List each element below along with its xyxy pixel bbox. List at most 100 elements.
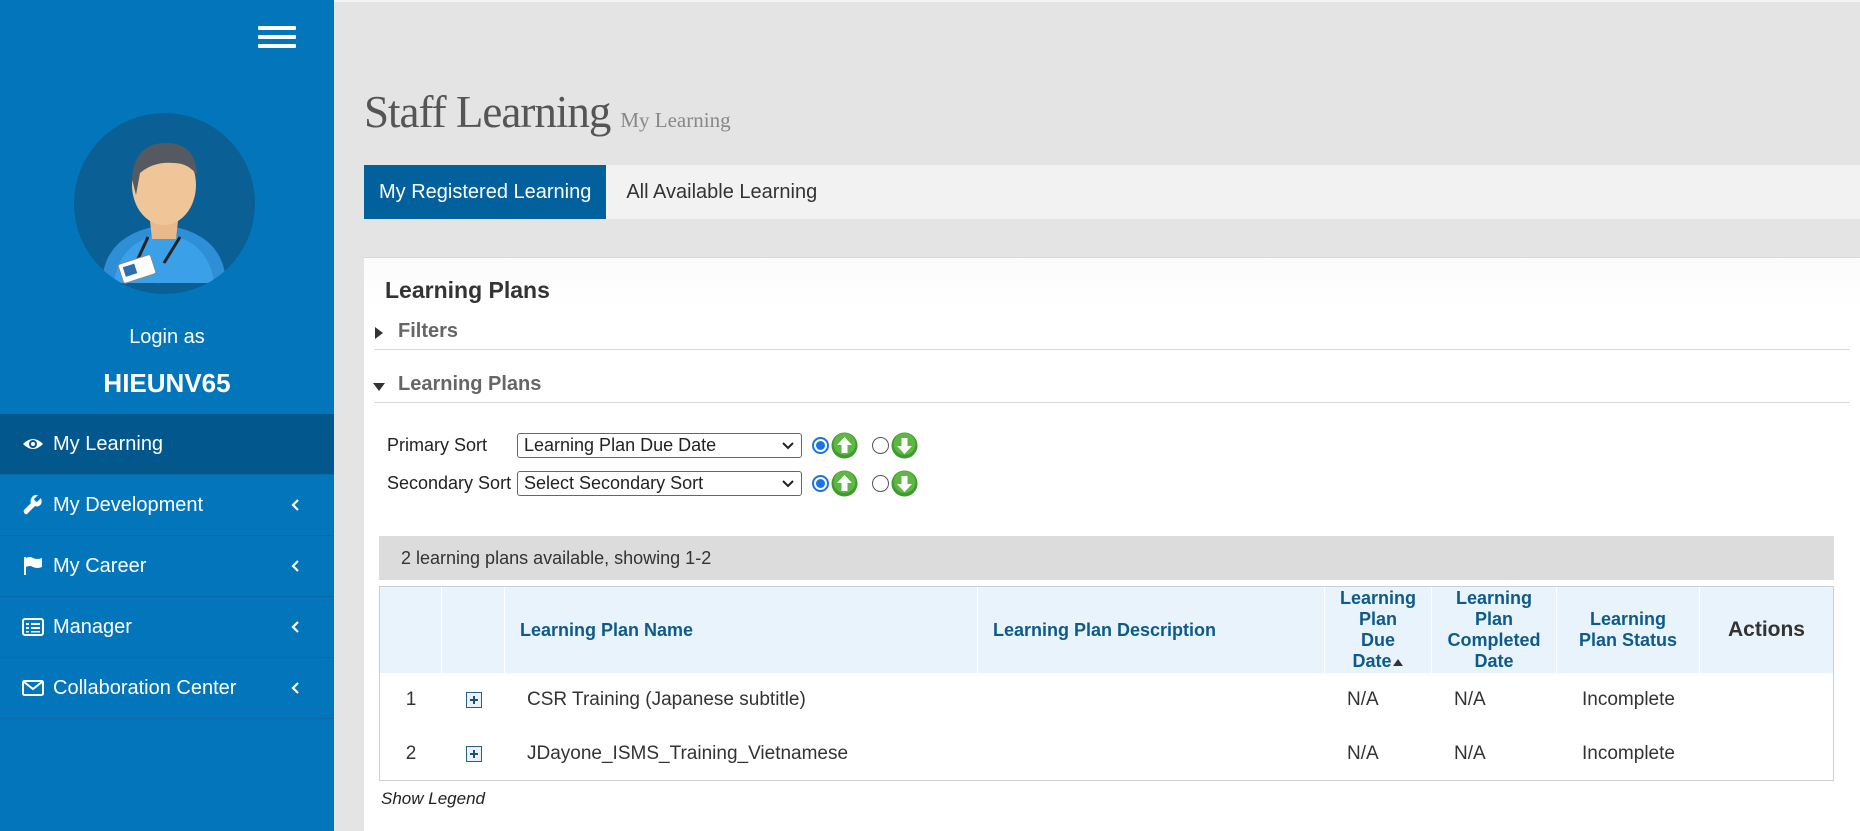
sidebar-item-label: Manager [53, 615, 132, 638]
primary-sort-descending-radio[interactable] [872, 437, 889, 454]
row-index: 1 [405, 689, 417, 710]
wrench-icon [22, 494, 44, 516]
column-header-expand [442, 587, 505, 673]
primary-sort-select[interactable]: Learning Plan Due Date [517, 433, 802, 458]
primary-sort-row: Primary Sort Learning Plan Due Date [387, 432, 918, 459]
column-header-due-date[interactable]: Learning Plan Due Date [1325, 587, 1432, 673]
plan-description [978, 673, 1325, 727]
sidebar-item-my-learning[interactable]: My Learning [0, 414, 334, 475]
column-header-line: Date [1352, 651, 1392, 671]
chevron-left-icon [291, 682, 299, 694]
plan-name: JDayone_ISMS_Training_Vietnamese [527, 743, 849, 764]
flag-icon [22, 555, 44, 577]
row-index: 2 [405, 743, 417, 764]
arrow-up-icon[interactable] [831, 470, 858, 497]
sidebar-nav: My Learning My Development My Career Man… [0, 414, 334, 719]
top-divider [334, 0, 1860, 2]
plan-status: Incomplete [1582, 743, 1675, 764]
column-header-line: Learning [1455, 588, 1532, 608]
column-header-status[interactable]: Learning Plan Status [1557, 587, 1700, 673]
sidebar-item-my-career[interactable]: My Career [0, 536, 334, 597]
plan-description [978, 727, 1325, 781]
chevron-down-icon [782, 441, 794, 449]
secondary-sort-ascending-radio[interactable] [812, 475, 829, 492]
column-header-name[interactable]: Learning Plan Name [505, 587, 978, 673]
secondary-sort-select[interactable]: Select Secondary Sort [517, 471, 802, 496]
hamburger-menu-icon[interactable] [258, 26, 296, 52]
page-title-text: Staff Learning [364, 87, 611, 137]
sort-ascending-icon [1392, 659, 1403, 666]
expand-plus-icon[interactable] [465, 692, 482, 708]
secondary-sort-value: Select Secondary Sort [524, 473, 704, 493]
caret-right-icon [375, 327, 383, 339]
sidebar-item-label: My Development [53, 493, 204, 516]
column-header-completed-date[interactable]: Learning Plan Completed Date [1432, 587, 1557, 673]
learning-plans-toggle[interactable]: Learning Plans [373, 373, 1850, 403]
column-header-actions: Actions [1727, 618, 1805, 641]
tab-my-registered-learning[interactable]: My Registered Learning [364, 165, 607, 219]
sidebar-item-label: My Career [53, 554, 147, 577]
tab-all-available-learning[interactable]: All Available Learning [606, 165, 832, 219]
primary-sort-label: Primary Sort [387, 435, 488, 455]
chevron-left-icon [291, 560, 299, 572]
learning-plans-table: Learning Plan Name Learning Plan Descrip… [379, 586, 1834, 781]
chevron-left-icon [291, 621, 299, 633]
plan-status: Incomplete [1582, 689, 1675, 710]
filters-toggle[interactable]: Filters [374, 320, 1850, 350]
column-header-line: Learning [1589, 609, 1666, 629]
table-row: 1 CSR Training (Japanese subtitle) N/A N… [380, 673, 1833, 727]
table-header: Learning Plan Name Learning Plan Descrip… [380, 587, 1833, 673]
plan-completed-date: N/A [1454, 743, 1486, 764]
arrow-down-icon[interactable] [891, 432, 918, 459]
column-header-line: Learning [1339, 588, 1416, 608]
expand-plus-icon[interactable] [465, 746, 482, 762]
plan-due-date: N/A [1347, 743, 1379, 764]
main-content: Staff Learning My Learning My Registered… [334, 0, 1860, 831]
column-header-line: Plan Status [1578, 630, 1678, 650]
table-row: 2 JDayone_ISMS_Training_Vietnamese N/A N… [380, 727, 1833, 781]
show-legend-link[interactable]: Show Legend [381, 789, 485, 809]
learning-plans-section-label: Learning Plans [398, 373, 542, 395]
sidebar-item-manager[interactable]: Manager [0, 597, 334, 658]
sidebar-item-collaboration-center[interactable]: Collaboration Center [0, 658, 334, 719]
filters-label: Filters [398, 320, 459, 342]
sidebar-item-my-development[interactable]: My Development [0, 475, 334, 536]
results-count: 2 learning plans available, showing 1-2 [379, 536, 1834, 580]
secondary-sort-label: Secondary Sort [387, 473, 512, 493]
envelope-icon [22, 677, 44, 699]
list-icon [22, 616, 44, 638]
column-header-line: Plan [1474, 609, 1513, 629]
arrow-down-icon[interactable] [891, 470, 918, 497]
plan-completed-date: N/A [1454, 689, 1486, 710]
expand-cell [442, 727, 505, 781]
tab-bar: My Registered Learning All Available Lea… [364, 165, 1860, 219]
panel-title: Learning Plans [364, 258, 1860, 310]
learning-plans-panel: Learning Plans Filters Learning Plans Pr… [364, 257, 1860, 831]
primary-sort-ascending-radio[interactable] [812, 437, 829, 454]
username: HIEUNV65 [103, 368, 231, 398]
caret-down-icon [373, 383, 385, 391]
secondary-sort-row: Secondary Sort Select Secondary Sort [387, 470, 918, 497]
column-header-line: Due [1360, 630, 1395, 650]
page-subtitle: My Learning [620, 108, 731, 132]
column-header-line: Completed [1447, 630, 1541, 650]
secondary-sort-descending-radio[interactable] [872, 475, 889, 492]
sidebar: Login as HIEUNV65 My Learning My Develop… [0, 0, 334, 831]
sidebar-item-label: My Learning [53, 432, 164, 455]
user-avatar [74, 113, 255, 294]
expand-cell [442, 673, 505, 727]
chevron-down-icon [782, 479, 794, 487]
arrow-up-icon[interactable] [831, 432, 858, 459]
eye-icon [22, 433, 44, 455]
column-header-index [380, 587, 442, 673]
login-as-label: Login as [129, 326, 205, 348]
plan-name: CSR Training (Japanese subtitle) [527, 689, 806, 710]
sidebar-item-label: Collaboration Center [53, 676, 237, 699]
plan-due-date: N/A [1347, 689, 1379, 710]
column-header-line: Plan [1358, 609, 1397, 629]
column-header-line: Date [1474, 651, 1514, 671]
primary-sort-value: Learning Plan Due Date [524, 435, 717, 455]
chevron-left-icon [291, 499, 299, 511]
column-header-description[interactable]: Learning Plan Description [978, 587, 1325, 673]
page-title: Staff Learning My Learning [364, 86, 731, 138]
